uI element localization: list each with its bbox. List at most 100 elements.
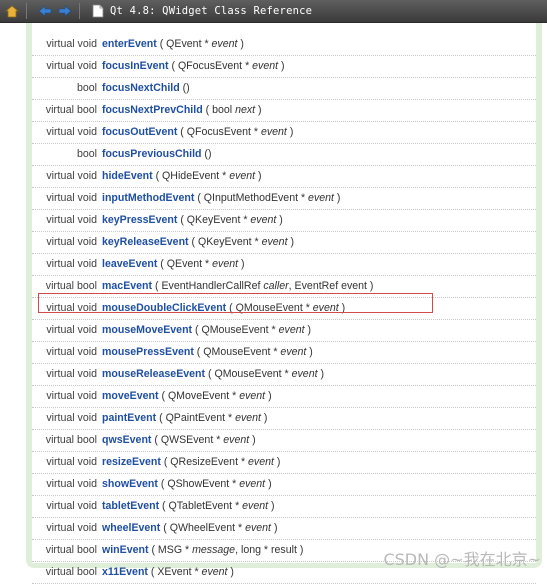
param-name: event — [235, 412, 261, 424]
param-text: ( QMouseEvent * — [193, 346, 281, 358]
param-name: event — [201, 566, 228, 578]
return-type: virtual void — [46, 522, 97, 534]
function-link[interactable]: moveEvent — [102, 390, 159, 402]
return-type: virtual void — [46, 38, 97, 50]
function-link[interactable]: leaveEvent — [102, 258, 157, 270]
return-type: virtual bool — [45, 434, 97, 446]
function-link[interactable]: focusNextChild — [102, 82, 180, 94]
param-text: ) — [333, 192, 341, 204]
param-name: event — [245, 522, 271, 534]
param-name: event — [248, 456, 274, 468]
function-link[interactable]: wheelEvent — [102, 522, 160, 534]
table-row: virtual void mouseMoveEvent ( QMouseEvent… — [32, 319, 536, 342]
table-row: bool focusPreviousChild () — [32, 143, 536, 166]
toolbar-separator — [26, 3, 27, 19]
function-link[interactable]: focusInEvent — [102, 60, 169, 72]
param-text: ) — [255, 170, 262, 182]
table-row: virtual void leaveEvent ( QEvent * event … — [32, 253, 536, 276]
param-text: ( QKeyEvent * — [188, 236, 262, 248]
function-signature: keyReleaseEvent ( QKeyEvent * event ) — [102, 236, 294, 248]
param-text: ) — [237, 38, 244, 50]
table-row: virtual void keyReleaseEvent ( QKeyEvent … — [32, 231, 536, 254]
document-icon — [90, 3, 106, 19]
function-link[interactable]: hideEvent — [102, 170, 153, 182]
function-link[interactable]: focusOutEvent — [102, 126, 177, 138]
function-signature: macEvent ( EventHandlerCallRef caller, E… — [102, 280, 373, 292]
function-link[interactable]: enterEvent — [102, 38, 157, 50]
return-type: virtual void — [46, 456, 97, 468]
function-link[interactable]: showEvent — [102, 478, 158, 490]
return-type: virtual void — [46, 192, 97, 204]
param-text: ( QKeyEvent * — [177, 214, 251, 226]
return-type: virtual bool — [45, 104, 97, 116]
param-text: ( QFocusEvent * — [177, 126, 261, 138]
function-link[interactable]: focusPreviousChild — [102, 148, 201, 160]
table-row: virtual void mousePressEvent ( QMouseEven… — [32, 341, 536, 364]
param-name: event — [278, 324, 305, 336]
param-text: ) — [268, 500, 275, 512]
return-type: bool — [76, 82, 97, 94]
function-link[interactable]: inputMethodEvent — [102, 192, 194, 204]
function-link[interactable]: x11Event — [102, 566, 148, 578]
return-type: virtual void — [46, 478, 97, 490]
param-name: event — [211, 38, 238, 50]
param-name: event — [280, 346, 307, 358]
return-type: virtual void — [46, 170, 97, 182]
param-text: ) — [260, 412, 268, 424]
function-link[interactable]: focusNextPrevChild — [102, 104, 203, 116]
param-text: ( QWheelEvent * — [160, 522, 246, 534]
param-text: ( QMouseEvent * — [205, 368, 292, 380]
function-link[interactable]: mousePressEvent — [102, 346, 194, 358]
table-row: virtual bool qwsEvent ( QWSEvent * event … — [32, 429, 536, 452]
table-row: virtual void inputMethodEvent ( QInputMet… — [32, 187, 536, 210]
function-link[interactable]: paintEvent — [102, 412, 156, 424]
return-type: virtual bool — [45, 280, 97, 292]
param-name: event — [252, 60, 279, 72]
table-row: virtual void focusOutEvent ( QFocusEvent … — [32, 121, 536, 144]
function-signature: leaveEvent ( QEvent * event ) — [102, 258, 245, 270]
function-link[interactable]: qwsEvent — [102, 434, 151, 446]
param-text: ) — [276, 214, 283, 226]
function-link[interactable]: winEvent — [102, 544, 149, 556]
return-type: virtual void — [46, 346, 97, 358]
watermark: CSDN @~我在北京~ — [383, 550, 541, 569]
param-text: ) — [278, 60, 285, 72]
param-name: event — [308, 192, 334, 204]
param-text: ) — [265, 390, 272, 402]
return-type: virtual void — [46, 60, 97, 72]
function-signature: inputMethodEvent ( QInputMethodEvent * e… — [102, 192, 340, 204]
param-text: ) — [271, 522, 278, 534]
param-name: event — [239, 478, 266, 490]
param-text: ) — [317, 368, 325, 380]
function-signature: focusInEvent ( QFocusEvent * event ) — [102, 60, 285, 72]
browser-toolbar: Qt 4.8: QWidget Class Reference — [0, 0, 547, 23]
param-text: ) — [265, 478, 272, 490]
home-icon[interactable] — [4, 3, 20, 19]
function-link[interactable]: macEvent — [102, 280, 152, 292]
function-link[interactable]: mouseReleaseEvent — [102, 368, 205, 380]
forward-icon[interactable] — [57, 3, 73, 19]
function-signature: focusOutEvent ( QFocusEvent * event ) — [102, 126, 293, 138]
back-icon[interactable] — [37, 3, 53, 19]
highlight-box — [38, 293, 433, 313]
param-text: ( QMoveEvent * — [158, 390, 240, 402]
function-link[interactable]: resizeEvent — [102, 456, 161, 468]
param-name: event — [242, 500, 269, 512]
function-link[interactable]: keyPressEvent — [102, 214, 177, 226]
param-text: ) — [306, 346, 313, 358]
param-text: ) — [227, 566, 234, 578]
function-link[interactable]: mouseMoveEvent — [102, 324, 192, 336]
param-text: ) — [238, 258, 245, 270]
function-signature: qwsEvent ( QWSEvent * event ) — [102, 434, 256, 446]
function-link[interactable]: tabletEvent — [102, 500, 159, 512]
return-type: bool — [76, 148, 97, 160]
function-signature: focusPreviousChild () — [102, 148, 211, 160]
param-name: event — [291, 368, 318, 380]
return-type: virtual bool — [45, 544, 97, 556]
param-text: ( QHideEvent * — [152, 170, 230, 182]
param-text: ( EventHandlerCallRef — [152, 280, 264, 292]
param-text: ( QEvent * — [156, 38, 212, 50]
table-row: virtual void mouseReleaseEvent ( QMouseEv… — [32, 363, 536, 386]
function-signature: tabletEvent ( QTabletEvent * event ) — [102, 500, 275, 512]
function-link[interactable]: keyReleaseEvent — [102, 236, 189, 248]
